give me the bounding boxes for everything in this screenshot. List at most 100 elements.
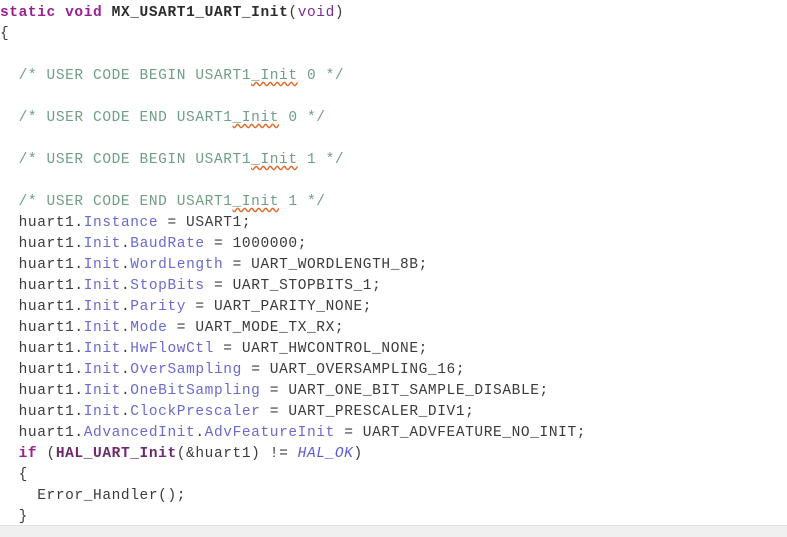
code-token: huart1 <box>18 341 75 357</box>
code-token: (&huart1) != <box>176 446 298 462</box>
code-token: . <box>120 299 131 315</box>
code-token: MX_USART1_UART_Init <box>111 5 289 21</box>
code-line[interactable]: huart1.Init.HwFlowCtl = UART_HWCONTROL_N… <box>0 339 787 360</box>
code-token: = 1000000; <box>204 236 308 252</box>
code-line[interactable]: { <box>0 24 787 45</box>
code-token: huart1 <box>18 299 75 315</box>
code-token: = UART_MODE_TX_RX; <box>167 320 345 336</box>
code-token: = UART_PRESCALER_DIV1; <box>260 404 475 420</box>
code-token: HAL_UART_Init <box>55 446 177 462</box>
code-token: huart1 <box>18 383 75 399</box>
code-token: . <box>120 383 131 399</box>
code-token: AdvFeatureInit <box>204 425 335 441</box>
code-token: . <box>120 320 131 336</box>
code-token: . <box>120 236 131 252</box>
code-token: huart1 <box>18 257 75 273</box>
code-line[interactable]: huart1.AdvancedInit.AdvFeatureInit = UAR… <box>0 423 787 444</box>
code-token: Init <box>83 299 121 315</box>
code-token: = UART_ONE_BIT_SAMPLE_DISABLE; <box>260 383 549 399</box>
code-token: . <box>74 425 84 441</box>
code-token: ClockPrescaler <box>130 404 261 420</box>
code-token: . <box>74 299 84 315</box>
code-line[interactable]: if (HAL_UART_Init(&huart1) != HAL_OK) <box>0 444 787 465</box>
code-token: = UART_ADVFEATURE_NO_INIT; <box>334 425 587 441</box>
code-token: . <box>74 383 84 399</box>
code-token: = UART_STOPBITS_1; <box>204 278 382 294</box>
code-token: } <box>18 509 28 525</box>
code-token: BaudRate <box>130 236 205 252</box>
code-line[interactable]: /* USER CODE END USART1_Init 1 */ <box>0 192 787 213</box>
code-token: 0 */ <box>297 68 345 84</box>
code-line[interactable]: static void MX_USART1_UART_Init(void) <box>0 3 787 24</box>
code-editor[interactable]: static void MX_USART1_UART_Init(void) { /… <box>0 0 787 537</box>
spell-error-token: _Init <box>251 68 298 84</box>
code-line[interactable]: huart1.Init.Mode = UART_MODE_TX_RX; <box>0 318 787 339</box>
code-token: HAL_OK <box>297 446 354 462</box>
code-token: { <box>0 26 10 42</box>
code-line[interactable] <box>0 129 787 150</box>
code-token: = USART1; <box>158 215 252 231</box>
code-text-area[interactable]: static void MX_USART1_UART_Init(void) { /… <box>0 0 787 526</box>
code-line[interactable]: huart1.Init.Parity = UART_PARITY_NONE; <box>0 297 787 318</box>
code-token: WordLength <box>130 257 224 273</box>
horizontal-scrollbar[interactable] <box>0 525 787 537</box>
code-token: . <box>74 362 84 378</box>
code-line[interactable] <box>0 87 787 108</box>
code-token: = UART_WORDLENGTH_8B; <box>223 257 428 273</box>
code-line[interactable]: { <box>0 465 787 486</box>
code-line[interactable]: } <box>0 507 787 526</box>
code-token: 1 */ <box>297 152 345 168</box>
code-token: huart1 <box>18 425 75 441</box>
code-token: /* USER CODE BEGIN USART1 <box>18 152 252 168</box>
code-line[interactable]: huart1.Init.StopBits = UART_STOPBITS_1; <box>0 276 787 297</box>
code-token: static <box>0 5 56 21</box>
code-token: = UART_PARITY_NONE; <box>186 299 373 315</box>
code-line[interactable]: huart1.Init.BaudRate = 1000000; <box>0 234 787 255</box>
code-token: ( <box>288 5 298 21</box>
code-line[interactable] <box>0 171 787 192</box>
code-line[interactable]: huart1.Init.OverSampling = UART_OVERSAMP… <box>0 360 787 381</box>
code-token: /* USER CODE BEGIN USART1 <box>18 68 252 84</box>
code-token: huart1 <box>18 236 75 252</box>
code-token: huart1 <box>18 404 75 420</box>
code-token: 0 */ <box>279 110 326 126</box>
code-token: = UART_HWCONTROL_NONE; <box>213 341 428 357</box>
code-line[interactable]: huart1.Instance = USART1; <box>0 213 787 234</box>
code-token: huart1 <box>18 278 75 294</box>
code-token: 1 */ <box>279 194 326 210</box>
code-token: . <box>74 215 84 231</box>
code-line[interactable]: huart1.Init.WordLength = UART_WORDLENGTH… <box>0 255 787 276</box>
code-line[interactable]: Error_Handler(); <box>0 486 787 507</box>
code-line[interactable] <box>0 45 787 66</box>
code-line[interactable]: huart1.Init.OneBitSampling = UART_ONE_BI… <box>0 381 787 402</box>
horizontal-scrollbar-thumb[interactable] <box>0 527 787 536</box>
code-token: OverSampling <box>130 362 242 378</box>
code-line[interactable]: huart1.Init.ClockPrescaler = UART_PRESCA… <box>0 402 787 423</box>
code-line[interactable]: /* USER CODE END USART1_Init 0 */ <box>0 108 787 129</box>
code-token: = UART_OVERSAMPLING_16; <box>241 362 466 378</box>
code-token: . <box>120 404 131 420</box>
spell-error-token: _Init <box>232 194 280 210</box>
code-token: HwFlowCtl <box>130 341 214 357</box>
code-token: . <box>120 362 131 378</box>
code-line[interactable]: /* USER CODE BEGIN USART1_Init 1 */ <box>0 150 787 171</box>
code-token: Error_Handler(); <box>37 488 187 504</box>
code-token: void <box>297 5 335 21</box>
code-token: Init <box>83 383 121 399</box>
code-token: ) <box>334 5 345 21</box>
code-token: /* USER CODE END USART1 <box>18 194 233 210</box>
code-token: huart1 <box>18 215 75 231</box>
code-line[interactable]: /* USER CODE BEGIN USART1_Init 0 */ <box>0 66 787 87</box>
